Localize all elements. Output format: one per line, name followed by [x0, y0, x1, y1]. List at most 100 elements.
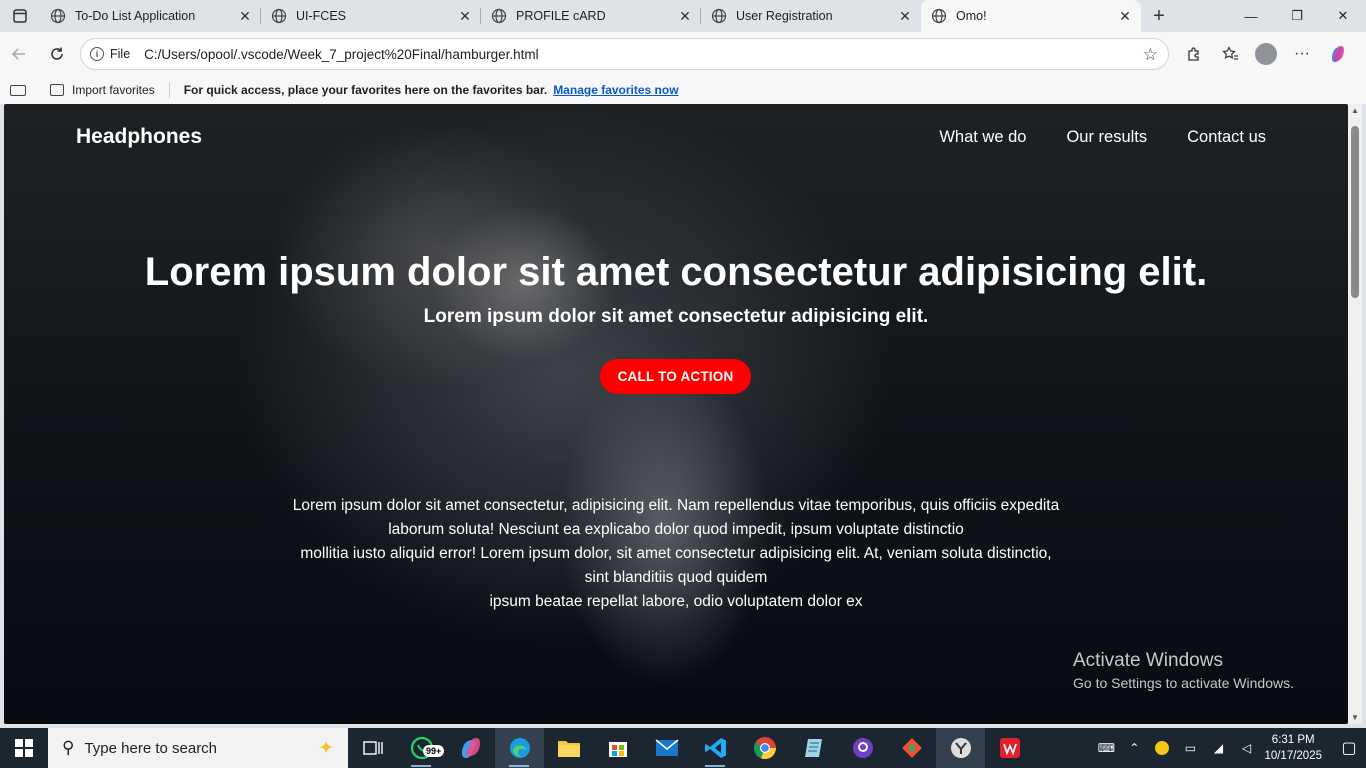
- site-header: Headphones What we do Our results Contac…: [4, 104, 1348, 172]
- whatsapp-taskbar-button[interactable]: 99+: [397, 728, 446, 768]
- clock[interactable]: 6:31 PM 10/17/2025: [1264, 732, 1322, 764]
- paragraph-line: laborum soluta! Nesciunt ea explicabo do…: [388, 521, 964, 538]
- divider: [168, 82, 170, 98]
- scroll-down-icon[interactable]: ▼: [1351, 713, 1359, 722]
- arrow-left-icon: [11, 48, 25, 60]
- yarn-taskbar-button[interactable]: [936, 728, 985, 768]
- extensions-icon[interactable]: [1176, 38, 1212, 70]
- clock-date: 10/17/2025: [1264, 750, 1322, 762]
- import-favorites-label: Import favorites: [72, 83, 155, 97]
- address-bar[interactable]: i File C:/Users/opool/.vscode/Week_7_pro…: [80, 38, 1169, 70]
- chevron-up-icon[interactable]: ⌃: [1122, 741, 1146, 755]
- copilot-icon[interactable]: [1320, 38, 1356, 70]
- start-button[interactable]: [0, 728, 48, 768]
- tab-bar: To-Do List Application ✕ UI-FCES ✕ PROFI…: [0, 0, 1366, 32]
- tab-todo[interactable]: To-Do List Application ✕: [40, 0, 261, 32]
- scrollbar-thumb[interactable]: [1351, 126, 1359, 298]
- globe-icon: [50, 8, 66, 24]
- tab-ui-fces[interactable]: UI-FCES ✕: [261, 0, 481, 32]
- wps-office-taskbar-button[interactable]: [985, 728, 1034, 768]
- close-window-icon[interactable]: ✕: [1320, 0, 1366, 32]
- import-favorites-button[interactable]: Import favorites: [50, 83, 155, 97]
- copilot-sparkle-icon: ✦: [318, 737, 334, 759]
- watermark-title: Activate Windows: [1073, 650, 1223, 671]
- keyboard-icon[interactable]: ⌨: [1094, 741, 1118, 755]
- site-brand[interactable]: Headphones: [76, 125, 202, 149]
- task-view-button[interactable]: [348, 728, 397, 768]
- import-icon: [50, 84, 64, 96]
- taskbar: ⚲ Type here to search ✦ 99+ ⌨ ⌃ ▭ ◢ ◁ 6:…: [0, 728, 1366, 768]
- new-tab-button[interactable]: +: [1141, 0, 1177, 32]
- nav-link-contact-us[interactable]: Contact us: [1187, 128, 1266, 147]
- close-tab-icon[interactable]: ✕: [457, 8, 473, 24]
- file-explorer-taskbar-button[interactable]: [544, 728, 593, 768]
- edge-taskbar-button[interactable]: [495, 728, 544, 768]
- favorite-star-icon[interactable]: ☆: [1143, 45, 1158, 65]
- tab-user-registration[interactable]: User Registration ✕: [701, 0, 921, 32]
- close-tab-icon[interactable]: ✕: [897, 8, 913, 24]
- vscode-icon: [704, 738, 726, 758]
- back-button[interactable]: [0, 38, 38, 70]
- site-nav: What we do Our results Contact us: [939, 128, 1266, 147]
- close-tab-icon[interactable]: ✕: [237, 8, 253, 24]
- taskbar-search[interactable]: ⚲ Type here to search ✦: [48, 728, 348, 768]
- microsoft-store-taskbar-button[interactable]: [593, 728, 642, 768]
- minimize-icon[interactable]: —: [1228, 0, 1274, 32]
- chrome-icon: [753, 737, 776, 760]
- mail-icon: [655, 739, 678, 756]
- search-placeholder: Type here to search: [84, 739, 218, 757]
- store-icon: [608, 742, 627, 757]
- globe-icon: [931, 8, 947, 24]
- paragraph-line: sint blanditiis quod quidem: [584, 569, 768, 586]
- git-taskbar-button[interactable]: [887, 728, 936, 768]
- tab-profile-card[interactable]: PROFILE cARD ✕: [481, 0, 701, 32]
- tab-title: Omo!: [956, 9, 987, 23]
- nav-link-our-results[interactable]: Our results: [1066, 128, 1147, 147]
- tab-omo-active[interactable]: Omo! ✕: [921, 0, 1141, 32]
- hero-title: Lorem ipsum dolor sit amet consectetur a…: [144, 250, 1208, 294]
- battery-icon[interactable]: ▭: [1178, 741, 1202, 755]
- close-tab-icon[interactable]: ✕: [677, 8, 693, 24]
- profile-avatar[interactable]: [1248, 38, 1284, 70]
- address-toolbar: i File C:/Users/opool/.vscode/Week_7_pro…: [0, 32, 1366, 76]
- norton-icon[interactable]: [1150, 741, 1174, 755]
- favorites-message: For quick access, place your favorites h…: [183, 83, 548, 97]
- call-to-action-button[interactable]: CALL TO ACTION: [600, 359, 751, 394]
- notepad-icon: [804, 739, 822, 757]
- copilot-app-icon: [461, 738, 480, 758]
- page-scrollbar[interactable]: ▲ ▼: [1348, 104, 1362, 724]
- info-icon[interactable]: i: [90, 47, 104, 61]
- manage-favorites-link[interactable]: Manage favorites now: [553, 83, 678, 97]
- folder-icon: [557, 741, 580, 757]
- close-tab-icon[interactable]: ✕: [1117, 8, 1133, 24]
- window-controls: — ❐ ✕: [1228, 0, 1366, 32]
- network-icon[interactable]: ◢: [1206, 741, 1230, 755]
- volume-icon[interactable]: ◁: [1234, 741, 1258, 755]
- notification-center-icon[interactable]: ▢: [1332, 738, 1366, 758]
- refresh-button[interactable]: [38, 38, 76, 70]
- url-text[interactable]: C:/Users/opool/.vscode/Week_7_project%20…: [144, 47, 538, 62]
- watermark-subtitle: Go to Settings to activate Windows.: [1073, 675, 1294, 691]
- vscode-taskbar-button[interactable]: [691, 728, 740, 768]
- refresh-icon: [51, 47, 63, 60]
- tab-actions-icon[interactable]: [0, 0, 40, 32]
- notepad-taskbar-button[interactable]: [789, 728, 838, 768]
- system-tray: ⌨ ⌃ ▭ ◢ ◁ 6:31 PM 10/17/2025 ▢: [1092, 728, 1366, 768]
- nav-link-what-we-do[interactable]: What we do: [939, 128, 1026, 147]
- copilot-taskbar-button[interactable]: [446, 728, 495, 768]
- paragraph-line: mollitia iusto aliquid error! Lorem ipsu…: [300, 545, 1052, 562]
- favorites-icon[interactable]: [1212, 38, 1248, 70]
- activate-windows-watermark: Activate Windows Go to Settings to activ…: [1073, 650, 1294, 691]
- paragraph-line: ipsum beatae repellat labore, odio volup…: [489, 593, 863, 610]
- scroll-up-icon[interactable]: ▲: [1351, 106, 1359, 115]
- avatar: [1255, 43, 1277, 65]
- github-desktop-taskbar-button[interactable]: [838, 728, 887, 768]
- more-options-icon[interactable]: ···: [1284, 38, 1320, 70]
- tab-title: PROFILE cARD: [516, 9, 606, 23]
- mail-taskbar-button[interactable]: [642, 728, 691, 768]
- restore-icon[interactable]: ❐: [1274, 0, 1320, 32]
- sidebar-toggle-icon[interactable]: [10, 84, 26, 96]
- tab-title: UI-FCES: [296, 9, 346, 23]
- globe-icon: [711, 8, 727, 24]
- chrome-taskbar-button[interactable]: [740, 728, 789, 768]
